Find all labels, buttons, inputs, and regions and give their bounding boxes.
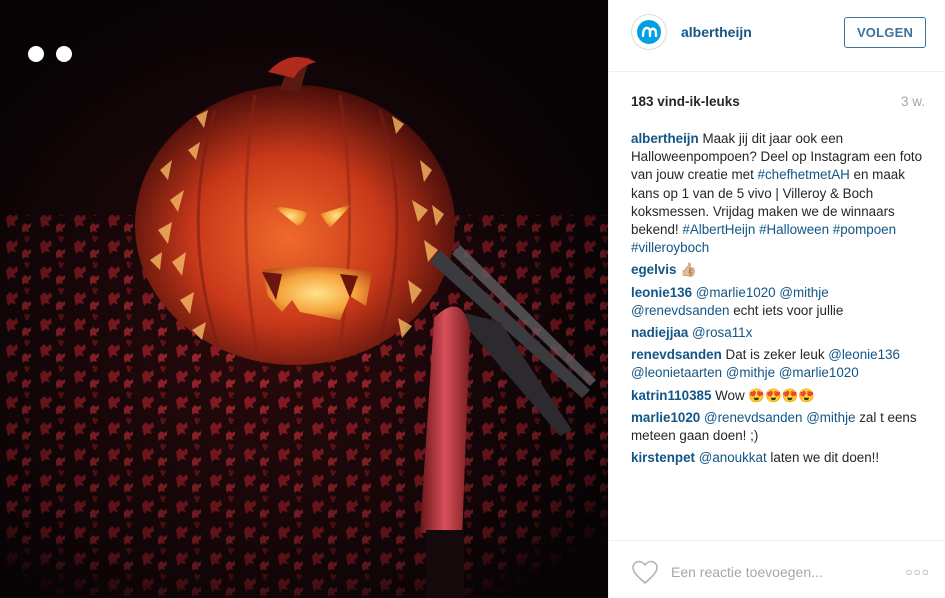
avatar[interactable] [631, 14, 667, 50]
likes-count[interactable]: 183 vind-ik-leuks [631, 94, 740, 109]
comment-item: marlie1020 @renevdsanden @mithje zal t e… [631, 409, 925, 445]
pumpkin-photo-image [0, 0, 608, 598]
likes-row: 183 vind-ik-leuks 3 w. [631, 94, 925, 114]
comment-item: katrin110385 Wow 😍😍😍😍 [631, 387, 925, 405]
post-header: albertheijn VOLGEN [609, 0, 945, 72]
comment-username[interactable]: leonie136 [631, 285, 692, 300]
mention-link[interactable]: @renevdsanden [704, 410, 802, 425]
comment-text: echt iets voor jullie [729, 302, 844, 318]
mention-link[interactable]: @marlie1020 [779, 365, 859, 380]
comment-text: 👍🏼 [680, 262, 697, 278]
post-footer: ○○○ [609, 540, 945, 598]
comment-item: leonie136 @marlie1020 @mithje @renevdsan… [631, 284, 925, 320]
mention-link[interactable]: @rosa11x [692, 325, 752, 340]
hashtag-link[interactable]: #pompoen [833, 222, 896, 237]
light-dot [56, 46, 72, 62]
more-options-icon[interactable]: ○○○ [905, 565, 930, 579]
comment-username[interactable]: albertheijn [631, 131, 699, 146]
hashtag-link[interactable]: #villeroyboch [631, 240, 709, 255]
post-side-panel: albertheijn VOLGEN 183 vind-ik-leuks 3 w… [608, 0, 945, 598]
heart-outline-icon[interactable] [631, 559, 659, 585]
add-comment-input[interactable] [671, 561, 871, 583]
mention-link[interactable]: @renevdsanden [631, 303, 729, 318]
post-username[interactable]: albertheijn [681, 24, 752, 40]
comment-item: egelvis 👍🏼 [631, 261, 925, 279]
hashtag-link[interactable]: #AlbertHeijn [682, 222, 755, 237]
albert-heijn-logo-icon [637, 20, 661, 44]
comment-username[interactable]: marlie1020 [631, 410, 700, 425]
follow-button[interactable]: VOLGEN [844, 17, 926, 48]
comment-item: nadiejjaa @rosa11x [631, 324, 925, 342]
comment-item: albertheijn Maak jij dit jaar ook een Ha… [631, 130, 925, 257]
mention-link[interactable]: @anoukkat [699, 450, 767, 465]
comment-text: Dat is zeker leuk [725, 347, 829, 363]
mention-link[interactable]: @marlie1020 [696, 285, 776, 300]
hashtag-link[interactable]: #chefhetmetAH [758, 167, 850, 182]
comment-item: kirstenpet @anoukkat laten we dit doen!! [631, 449, 925, 467]
comment-text: laten we dit doen!! [766, 450, 880, 466]
mention-link[interactable]: @mithje [779, 285, 828, 300]
comment-username[interactable]: egelvis [631, 262, 676, 277]
comment-text: Wow 😍😍😍😍 [715, 387, 816, 403]
mention-link[interactable]: @leonie136 [828, 347, 900, 362]
light-dot [28, 46, 44, 62]
mention-link[interactable]: @mithje [806, 410, 855, 425]
mention-link[interactable]: @leonietaarten [631, 365, 722, 380]
comment-list: albertheijn Maak jij dit jaar ook een Ha… [631, 130, 925, 471]
mention-link[interactable]: @mithje [726, 365, 775, 380]
comment-username[interactable]: kirstenpet [631, 450, 695, 465]
comment-item: renevdsanden Dat is zeker leuk @leonie13… [631, 346, 925, 382]
hashtag-link[interactable]: #Halloween [759, 222, 829, 237]
post-timestamp[interactable]: 3 w. [901, 94, 925, 109]
comment-username[interactable]: nadiejjaa [631, 325, 688, 340]
comment-username[interactable]: renevdsanden [631, 347, 722, 362]
post-photo[interactable] [0, 0, 608, 598]
comment-username[interactable]: katrin110385 [631, 388, 711, 403]
